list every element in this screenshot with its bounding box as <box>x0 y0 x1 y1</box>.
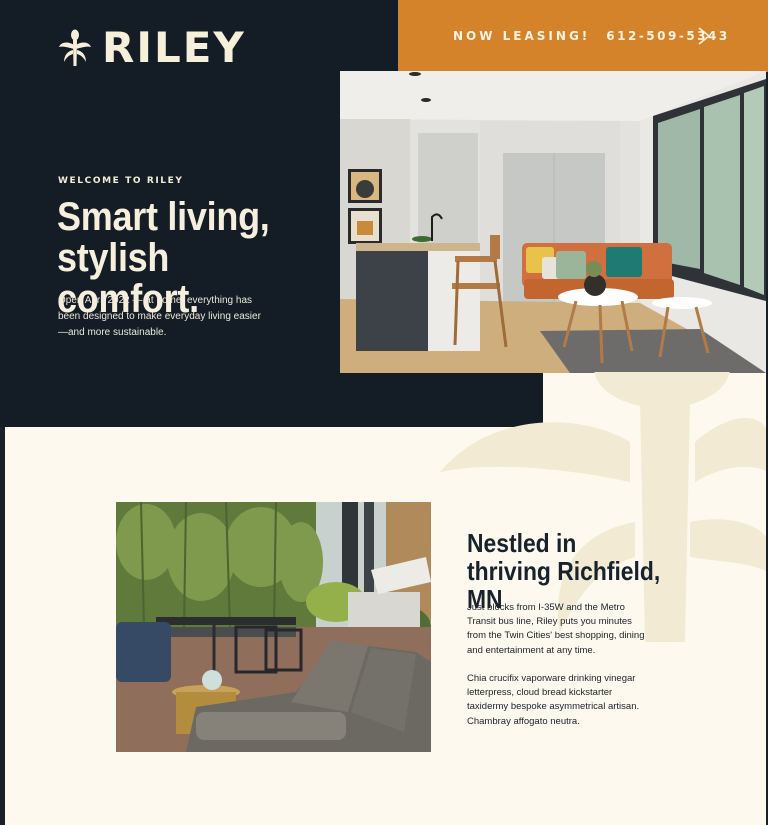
interior-illustration <box>340 71 766 373</box>
now-leasing-bar[interactable]: NOW LEASING! 612-509-5343 <box>398 0 768 72</box>
location-paragraph-1: Just blocks from I-35W and the Metro Tra… <box>467 602 645 656</box>
hero-eyebrow: WELCOME TO RILEY <box>58 176 184 186</box>
patio-illustration <box>116 502 431 752</box>
patio-photo <box>116 502 431 752</box>
chevron-right-icon[interactable] <box>696 27 712 45</box>
site-logo[interactable]: RILEY <box>58 23 246 72</box>
now-leasing-label: NOW LEASING! <box>453 29 591 43</box>
hero-description: Open April 2022 — at home, everything ha… <box>58 295 261 338</box>
hero-interior-photo <box>340 71 766 373</box>
riley-flower-icon <box>59 29 91 66</box>
logo-wordmark: RILEY <box>102 23 246 72</box>
location-paragraph-2: Chia crucifix vaporware drinking vinegar… <box>467 673 640 727</box>
